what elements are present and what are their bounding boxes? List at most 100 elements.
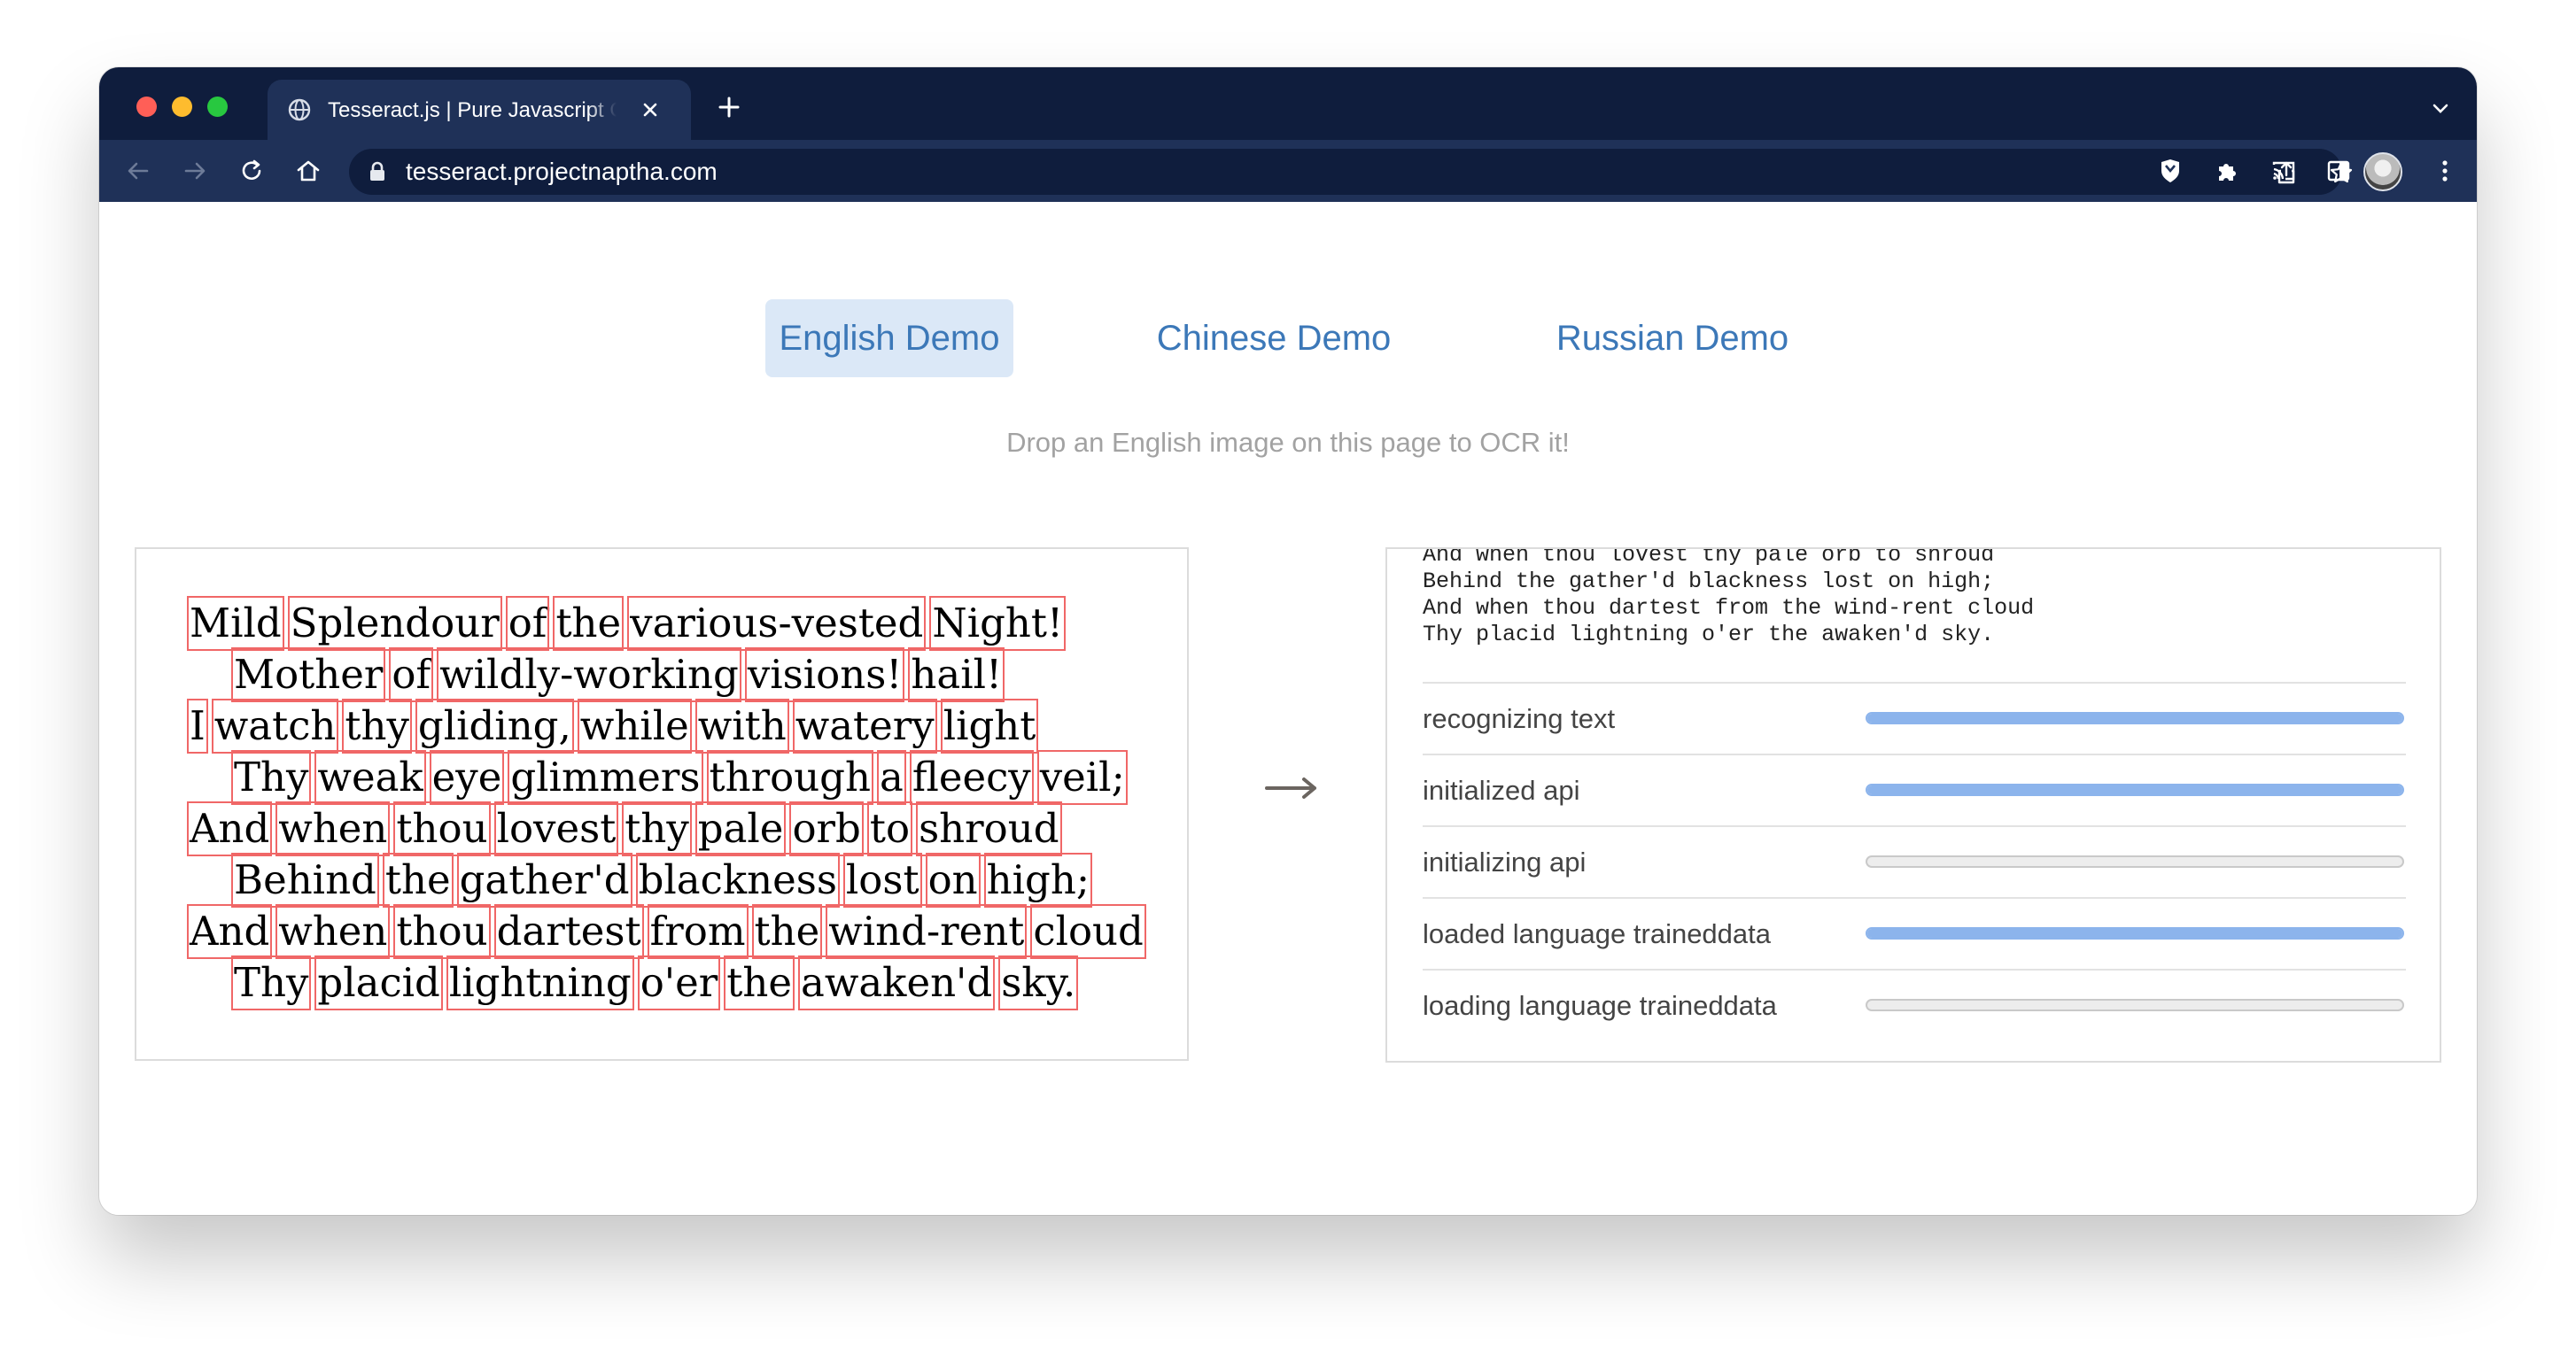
arrow-right-icon bbox=[1265, 777, 1316, 799]
ocr-word-box: blackness bbox=[635, 853, 840, 908]
ocr-word-box: through bbox=[706, 750, 873, 805]
close-window-button[interactable] bbox=[136, 97, 157, 117]
tab-english-demo[interactable]: English Demo bbox=[765, 299, 1013, 377]
ocr-word-box: on bbox=[925, 853, 981, 908]
ocr-word-box: thou bbox=[393, 801, 491, 856]
ocr-word-box: light bbox=[940, 699, 1039, 754]
status-row: recognizing text bbox=[1423, 682, 2406, 753]
close-tab-icon[interactable] bbox=[640, 99, 661, 120]
poem-line: Iwatch thy gliding, while with watery light bbox=[187, 699, 1182, 754]
ocr-word-box: of bbox=[505, 596, 550, 651]
ocr-word-box: visions! bbox=[744, 647, 905, 702]
home-icon[interactable] bbox=[294, 157, 322, 185]
ocr-word-box: of bbox=[389, 647, 434, 702]
ocr-word-box: Splendour bbox=[287, 596, 502, 651]
more-menu-icon[interactable] bbox=[2431, 157, 2459, 185]
cast-icon[interactable] bbox=[2270, 157, 2298, 185]
ocr-word-box: the bbox=[553, 596, 625, 651]
ocr-word-box: a bbox=[877, 750, 906, 805]
ocr-result-panel: And when thou lovest thy pale orb to shr… bbox=[1385, 547, 2441, 1063]
back-icon[interactable] bbox=[124, 157, 152, 185]
profile-avatar[interactable] bbox=[2363, 152, 2402, 191]
ocr-word-box: Thy bbox=[230, 955, 312, 1010]
ocr-word-box: with bbox=[694, 699, 789, 754]
ocr-word-box: lost bbox=[842, 853, 922, 908]
ocr-word-box: to bbox=[866, 801, 913, 856]
ocr-word-box: pale bbox=[694, 801, 787, 856]
ocr-word-box: the bbox=[382, 853, 454, 908]
minimize-window-button[interactable] bbox=[172, 97, 192, 117]
progress-bar bbox=[1866, 855, 2404, 868]
ocr-word-box: thy bbox=[342, 699, 412, 754]
ocr-word-box: lovest bbox=[493, 801, 619, 856]
puzzle-extension-icon[interactable] bbox=[2213, 157, 2241, 185]
chevron-down-icon[interactable] bbox=[2429, 97, 2452, 120]
status-label: loading language traineddata bbox=[1423, 990, 1777, 1021]
poem-line: Behind the gather'd blackness lost on high; bbox=[190, 853, 1187, 908]
ocr-word-box: gliding, bbox=[415, 699, 574, 754]
status-label: initialized api bbox=[1423, 775, 1580, 806]
tab-chinese-demo[interactable]: Chinese Demo bbox=[1150, 299, 1398, 377]
ocr-output-text: And when thou lovest thy pale orb to shr… bbox=[1423, 547, 2035, 647]
ocr-word-box: when bbox=[275, 801, 391, 856]
ocr-word-box: placid bbox=[314, 955, 443, 1010]
ocr-word-box: I bbox=[187, 699, 208, 754]
status-label: initializing api bbox=[1423, 847, 1587, 878]
status-row: loaded language traineddata bbox=[1423, 897, 2406, 968]
status-row: loading language traineddata bbox=[1423, 969, 2406, 1040]
shield-extension-icon[interactable] bbox=[2156, 157, 2184, 185]
ocr-word-box: awaken'd bbox=[797, 955, 996, 1010]
browser-tab[interactable]: Tesseract.js | Pure Javascript OCR for 1… bbox=[268, 80, 691, 140]
ocr-word-box: thou bbox=[393, 904, 491, 959]
progress-bar-fill bbox=[1867, 714, 2402, 723]
reload-icon[interactable] bbox=[237, 157, 266, 185]
tab-russian-demo[interactable]: Russian Demo bbox=[1548, 299, 1796, 377]
status-label: loaded language traineddata bbox=[1423, 918, 1772, 949]
ocr-word-box: glimmers bbox=[508, 750, 703, 805]
ocr-word-box: o'er bbox=[637, 955, 721, 1010]
address-bar[interactable]: tesseract.projectnaptha.com bbox=[349, 149, 2353, 195]
progress-bar bbox=[1866, 712, 2404, 724]
poem-line: Thy placid lightning o'er the awaken'd sky. bbox=[190, 955, 1187, 1010]
ocr-word-box: Mild bbox=[187, 596, 284, 651]
ocr-word-box: sky. bbox=[998, 955, 1079, 1010]
ocr-word-box: hail! bbox=[908, 647, 1005, 702]
ocr-word-box: high; bbox=[983, 853, 1092, 908]
ocr-word-box: weak bbox=[314, 750, 426, 805]
ocr-word-box: shroud bbox=[916, 801, 1062, 856]
ocr-word-box: Mother bbox=[230, 647, 386, 702]
ocr-word-box: the bbox=[724, 955, 795, 1010]
url-text[interactable]: tesseract.projectnaptha.com bbox=[406, 149, 718, 195]
ocr-word-box: veil; bbox=[1036, 750, 1128, 805]
globe-icon bbox=[288, 98, 311, 121]
tab-strip: Tesseract.js | Pure Javascript OCR for 1… bbox=[99, 67, 2477, 140]
side-panel-icon[interactable] bbox=[2324, 157, 2353, 185]
ocr-word-box: fleecy bbox=[909, 750, 1034, 805]
zoom-window-button[interactable] bbox=[207, 97, 228, 117]
poem-line: Mild Splendour of the various-vested Night! bbox=[187, 596, 1182, 651]
new-tab-icon[interactable] bbox=[716, 94, 742, 120]
browser-window: Tesseract.js | Pure Javascript OCR for 1… bbox=[99, 67, 2477, 1215]
ocr-word-box: And bbox=[186, 904, 273, 959]
lock-icon[interactable] bbox=[369, 161, 386, 182]
input-image-panel: Mild Splendour of the various-vested Night! Mo… bbox=[135, 547, 1189, 1061]
browser-toolbar: tesseract.projectnaptha.com bbox=[99, 140, 2477, 202]
poem-line: Mother of wildly-working visions! hail! bbox=[190, 647, 1187, 702]
ocr-word-box: Thy bbox=[230, 750, 312, 805]
drop-hint: Drop an English image on this page to OC… bbox=[1006, 427, 1570, 458]
ocr-word-box: watch bbox=[211, 699, 339, 754]
forward-icon[interactable] bbox=[181, 157, 209, 185]
ocr-word-box: when bbox=[275, 904, 391, 959]
poem-line: And when thou lovest thy pale orb to shroud bbox=[186, 801, 1182, 856]
ocr-input-image: Mild Splendour of the various-vested Night! Mo… bbox=[186, 596, 1182, 1024]
status-row: initialized api bbox=[1423, 754, 2406, 824]
poem-line: And when thou dartest from the wind-rent cloud bbox=[186, 904, 1182, 959]
ocr-word-box: And bbox=[186, 801, 273, 856]
poem-line: Thy weak eye glimmers through a fleecy veil; bbox=[190, 750, 1187, 805]
page-content: English Demo Chinese Demo Russian Demo D… bbox=[99, 202, 2477, 1215]
ocr-word-box: Night! bbox=[929, 596, 1067, 651]
ocr-word-box: watery bbox=[792, 699, 937, 754]
progress-bar bbox=[1866, 927, 2404, 940]
ocr-word-box: the bbox=[751, 904, 823, 959]
status-label: recognizing text bbox=[1423, 703, 1616, 734]
